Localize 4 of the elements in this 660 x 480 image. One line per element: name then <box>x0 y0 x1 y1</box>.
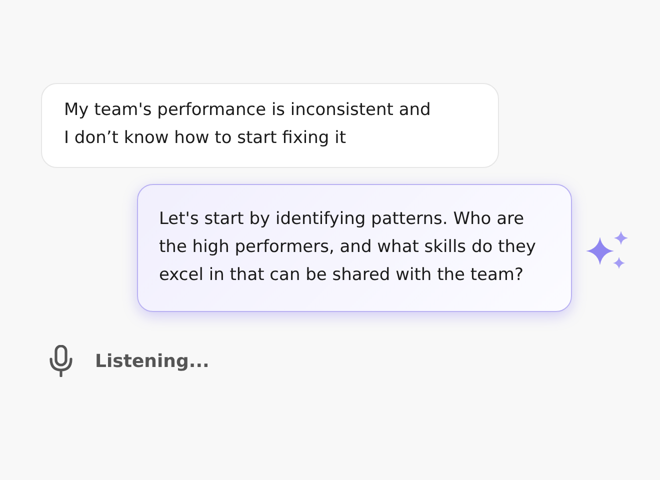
assistant-message: Let's start by identifying patterns. Who are the high performers, and what skills do they excel in that can be shared with the team? <box>137 184 572 312</box>
microphone-icon[interactable] <box>48 345 74 377</box>
listening-status: Listening... <box>95 350 210 372</box>
user-message: My team's performance is inconsistent and I don’t know how to start fixing it <box>41 83 499 168</box>
